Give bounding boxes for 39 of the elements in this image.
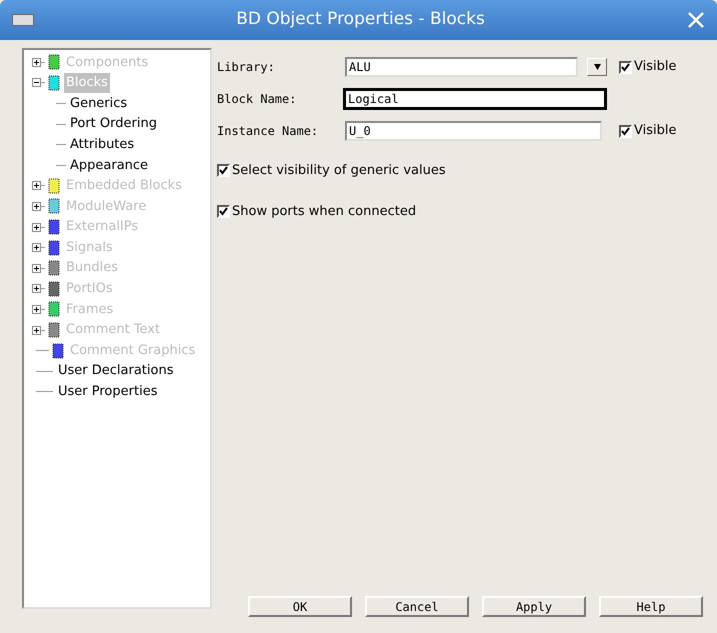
expand-icon[interactable]	[32, 264, 41, 273]
checkbox-label: Select visibility of generic values	[232, 162, 446, 180]
tree-item[interactable]: User Declarations	[56, 361, 176, 381]
checkbox-label: Visible	[634, 58, 676, 76]
field-label: Block Name:	[217, 91, 298, 108]
expand-icon[interactable]	[32, 202, 41, 211]
tree-item[interactable]: User Properties	[56, 382, 160, 402]
checkbox[interactable]	[217, 204, 230, 218]
expand-icon[interactable]	[32, 284, 41, 294]
checkbox[interactable]	[619, 124, 632, 138]
expand-icon[interactable]	[32, 304, 41, 314]
dialog-button[interactable]: OK	[248, 596, 352, 617]
expand-icon[interactable]	[32, 181, 41, 190]
checkbox[interactable]	[619, 60, 632, 74]
expand-icon[interactable]	[32, 326, 41, 335]
field-label: Library:	[217, 59, 276, 76]
checkbox-label: Visible	[634, 122, 676, 140]
window-menu-icon[interactable]	[12, 14, 34, 26]
block-name-field[interactable]: Logical	[343, 88, 607, 110]
dialog-button[interactable]: Apply	[482, 596, 586, 617]
expand-icon[interactable]	[32, 222, 41, 232]
window-title: BD Object Properties - Blocks	[235, 8, 486, 32]
checkbox[interactable]	[217, 164, 230, 178]
close-icon[interactable]	[687, 11, 705, 29]
checkbox-label: Show ports when connected	[232, 202, 416, 220]
tree-item[interactable]: Port Ordering	[68, 114, 159, 134]
expand-icon[interactable]	[32, 58, 41, 67]
expand-icon[interactable]	[32, 243, 41, 252]
tree-item[interactable]: Appearance	[68, 156, 150, 176]
field-label: Instance Name:	[217, 123, 320, 140]
collapse-icon[interactable]	[32, 78, 41, 88]
dialog-button[interactable]: Help	[599, 596, 703, 617]
library-field[interactable]: ALU	[345, 57, 578, 77]
tree-item[interactable]: Generics	[68, 94, 130, 114]
caret-icon	[594, 64, 600, 70]
tree-item[interactable]: Attributes	[68, 134, 136, 154]
instance-name-field[interactable]: U_0	[345, 121, 602, 141]
dialog-button[interactable]: Cancel	[365, 596, 469, 617]
dropdown-button[interactable]	[587, 58, 607, 76]
